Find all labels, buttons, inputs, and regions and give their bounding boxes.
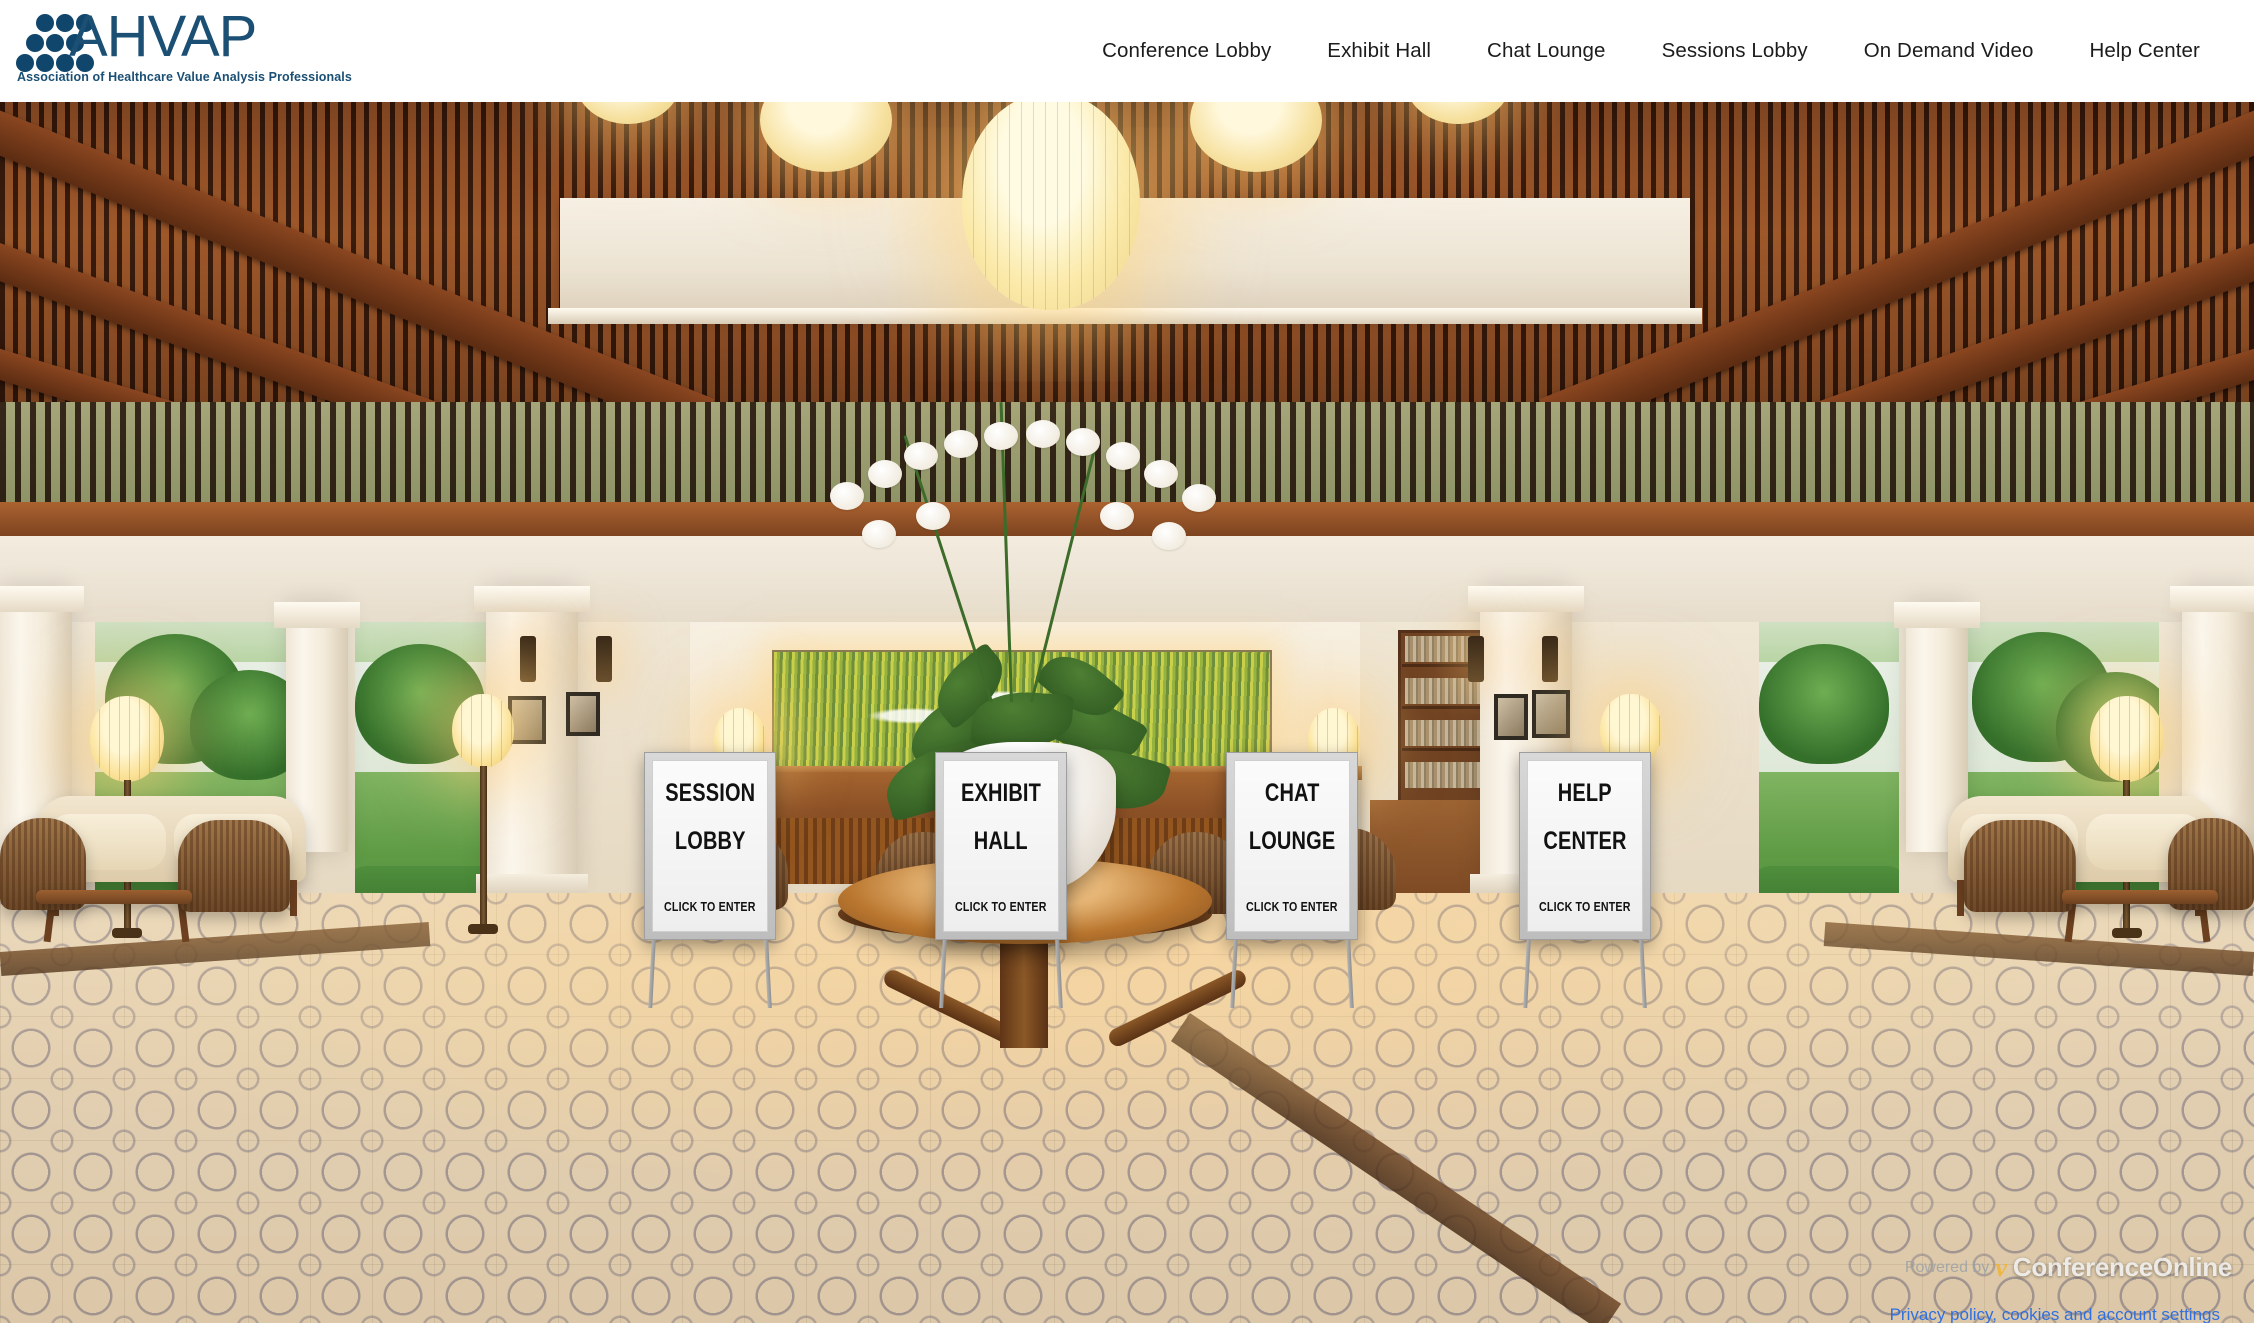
orchid-bloom-icon xyxy=(1100,502,1134,530)
sign-line-2: HALL xyxy=(974,827,1028,855)
sign-exhibit-hall[interactable]: EXHIBIT HALL CLICK TO ENTER xyxy=(935,752,1067,1008)
sign-cta: CLICK TO ENTER xyxy=(664,899,756,914)
sign-line-2: LOBBY xyxy=(674,827,746,855)
orchid-bloom-icon xyxy=(904,442,938,470)
wall-sconce-icon xyxy=(1468,636,1484,682)
sign-cta: CLICK TO ENTER xyxy=(1246,899,1338,914)
logo-wordmark: AHVAP xyxy=(69,4,257,69)
sign-line-1: CHAT xyxy=(1264,779,1320,807)
sign-chat-lounge[interactable]: CHAT LOUNGE CLICK TO ENTER xyxy=(1226,752,1358,1008)
lobby-background-scene: SESSION LOBBY CLICK TO ENTER EXHIBIT HAL… xyxy=(0,102,2254,1323)
sign-line-2: CENTER xyxy=(1543,827,1627,855)
coffee-table xyxy=(2062,890,2218,904)
sign-line-1: HELP xyxy=(1557,779,1612,807)
wall-sconce-icon xyxy=(1542,636,1558,682)
wicker-chair xyxy=(178,820,290,912)
orchid-bloom-icon xyxy=(984,422,1018,450)
framed-picture xyxy=(566,692,600,736)
sign-help-center[interactable]: HELP CENTER CLICK TO ENTER xyxy=(1519,752,1651,1008)
main-navigation: Conference Lobby Exhibit Hall Chat Loung… xyxy=(1074,0,2228,102)
orchid-bloom-icon xyxy=(944,430,978,458)
wall-sconce-icon xyxy=(520,636,536,682)
sign-frame: EXHIBIT HALL CLICK TO ENTER xyxy=(935,752,1067,940)
wicker-chair xyxy=(1964,820,2076,912)
orchid-bloom-icon xyxy=(868,460,902,488)
nav-item-help-center[interactable]: Help Center xyxy=(2062,39,2229,63)
sign-face: SESSION LOBBY CLICK TO ENTER xyxy=(652,760,768,932)
soffit-moulding xyxy=(548,308,1702,324)
framed-picture xyxy=(1494,694,1528,740)
orchid-bloom-icon xyxy=(916,502,950,530)
palm-tree-icon xyxy=(1759,644,1889,764)
nav-item-conference-lobby[interactable]: Conference Lobby xyxy=(1074,39,1299,63)
nav-item-exhibit-hall[interactable]: Exhibit Hall xyxy=(1299,39,1459,63)
lobby-floor xyxy=(0,893,2254,1323)
orchid-bloom-icon xyxy=(1066,428,1100,456)
lamp-base xyxy=(468,924,498,934)
framed-picture xyxy=(508,696,546,744)
sign-easel-legs xyxy=(1519,940,1651,1008)
sign-easel-legs xyxy=(1226,940,1358,1008)
furniture-leg xyxy=(290,880,297,916)
sign-frame: SESSION LOBBY CLICK TO ENTER xyxy=(644,752,776,940)
lamp-base xyxy=(112,928,142,938)
sign-cta: CLICK TO ENTER xyxy=(955,899,1047,914)
sign-cta: CLICK TO ENTER xyxy=(1539,899,1631,914)
lamp-base xyxy=(2112,928,2142,938)
nav-item-sessions-lobby[interactable]: Sessions Lobby xyxy=(1634,39,1836,63)
ahvap-logo[interactable]: AHVAP Association of Healthcare Value An… xyxy=(14,4,352,92)
orchid-bloom-icon xyxy=(862,520,896,548)
sign-face: HELP CENTER CLICK TO ENTER xyxy=(1527,760,1643,932)
sign-easel-legs xyxy=(935,940,1067,1008)
site-header: AHVAP Association of Healthcare Value An… xyxy=(0,0,2254,102)
sign-session-lobby[interactable]: SESSION LOBBY CLICK TO ENTER xyxy=(644,752,776,1008)
floor-highlight xyxy=(0,893,2254,1323)
sign-line-2: LOUNGE xyxy=(1248,827,1336,855)
coffee-table xyxy=(36,890,192,904)
orchid-bloom-icon xyxy=(1106,442,1140,470)
sign-line-1: SESSION xyxy=(664,779,756,807)
sign-frame: CHAT LOUNGE CLICK TO ENTER xyxy=(1226,752,1358,940)
privacy-policy-link[interactable]: Privacy policy, cookies and account sett… xyxy=(1890,1305,2220,1323)
framed-picture xyxy=(1532,690,1570,738)
floor-lantern-icon xyxy=(90,696,164,782)
orchid-bloom-icon xyxy=(1182,484,1216,512)
sign-line-1: EXHIBIT xyxy=(960,779,1042,807)
logo-tagline: Association of Healthcare Value Analysis… xyxy=(17,70,352,84)
wall-sconce-icon xyxy=(596,636,612,682)
sign-face: EXHIBIT HALL CLICK TO ENTER xyxy=(943,760,1059,932)
orchid-bloom-icon xyxy=(1152,522,1186,550)
furniture-leg xyxy=(1957,880,1964,916)
orchid-bloom-icon xyxy=(1026,420,1060,448)
nav-item-chat-lounge[interactable]: Chat Lounge xyxy=(1459,39,1634,63)
floor-lantern-icon xyxy=(2090,696,2164,782)
nav-item-on-demand-video[interactable]: On Demand Video xyxy=(1836,39,2062,63)
orchid-bloom-icon xyxy=(1144,460,1178,488)
sign-easel-legs xyxy=(644,940,776,1008)
orchid-bloom-icon xyxy=(830,482,864,510)
floor-lantern-icon xyxy=(452,694,514,768)
pendant-lantern-icon xyxy=(962,102,1140,310)
lamp-pole xyxy=(480,766,487,926)
sign-frame: HELP CENTER CLICK TO ENTER xyxy=(1519,752,1651,940)
sign-face: CHAT LOUNGE CLICK TO ENTER xyxy=(1234,760,1350,932)
